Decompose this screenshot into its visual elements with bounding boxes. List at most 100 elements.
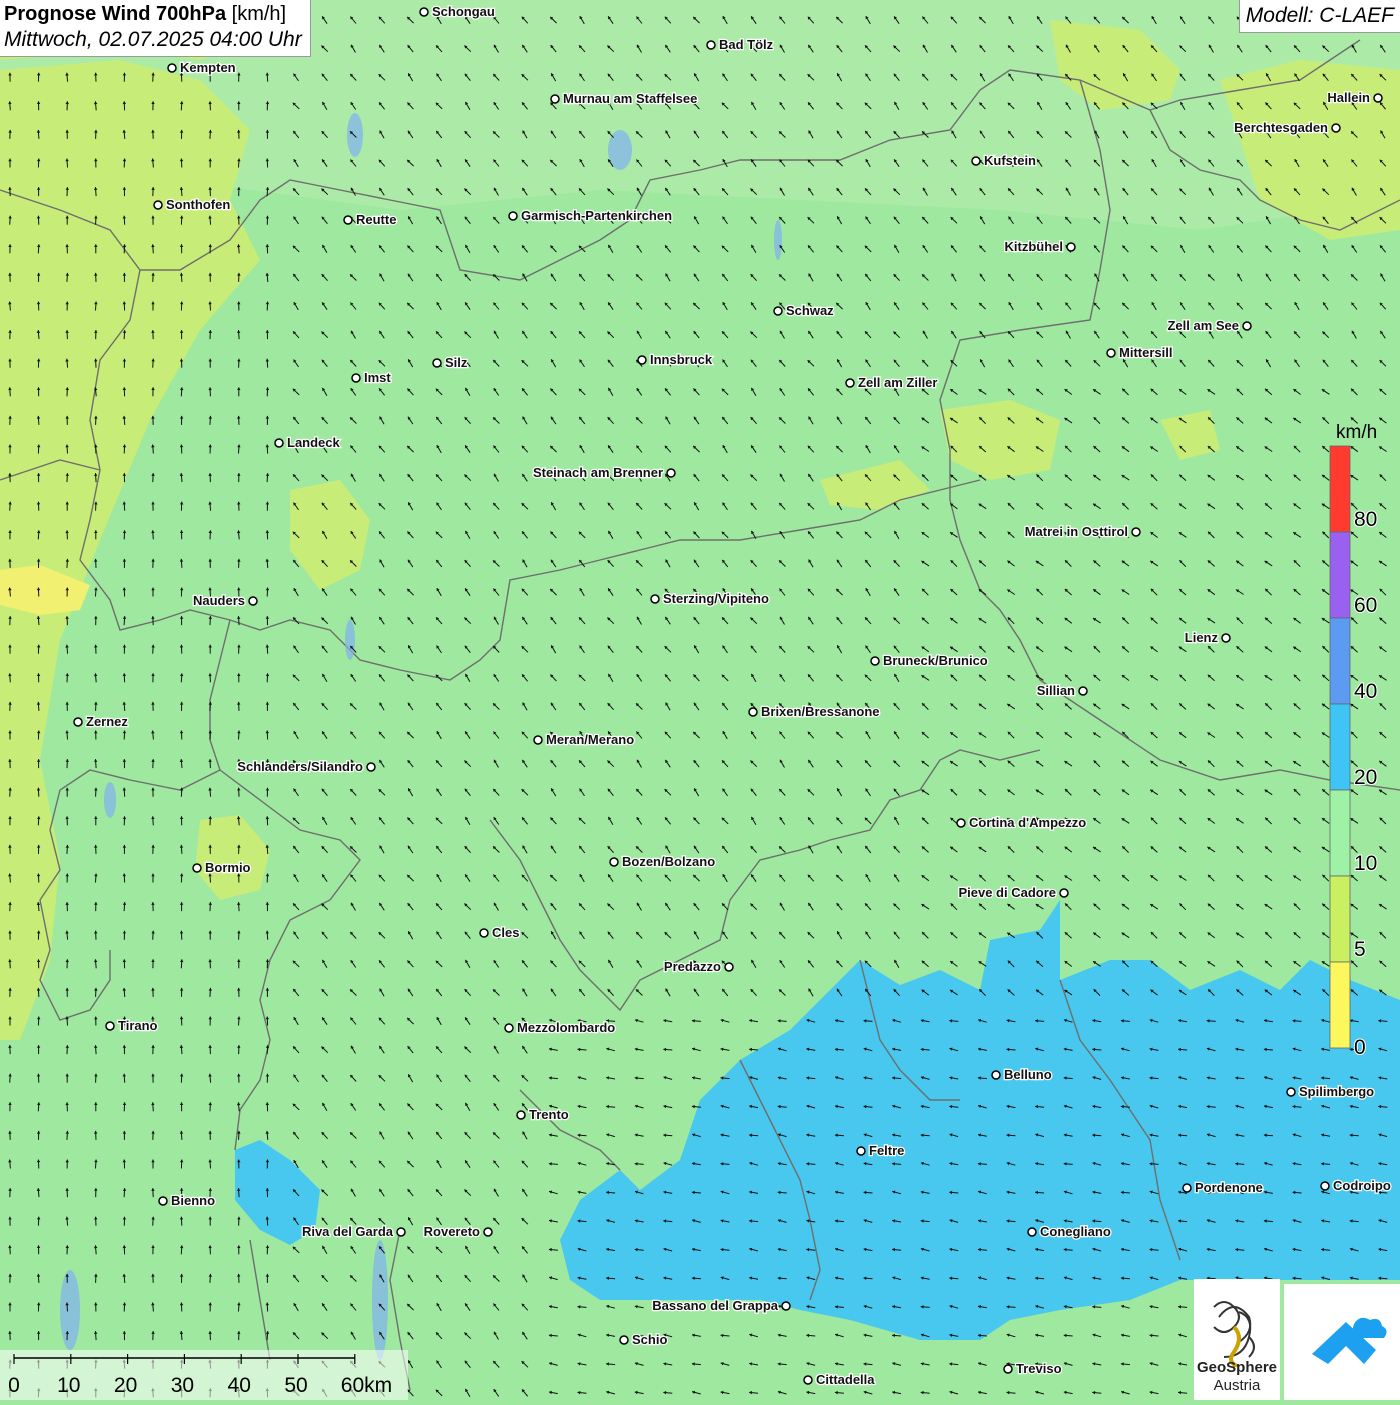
- city-marker: [707, 41, 715, 49]
- model-label: Modell: C-LAEF: [1239, 0, 1400, 33]
- city-marker: [1321, 1182, 1329, 1190]
- city-label: Lienz: [1185, 630, 1219, 645]
- city-label: Pieve di Cadore: [958, 885, 1056, 900]
- city-label: Treviso: [1016, 1361, 1062, 1376]
- city-marker: [638, 356, 646, 364]
- scale-label: 50: [284, 1374, 307, 1397]
- city-marker: [846, 379, 854, 387]
- city-marker: [344, 216, 352, 224]
- city-marker: [397, 1228, 405, 1236]
- map-title-main: Prognose Wind 700hPa: [4, 3, 226, 25]
- city-label: Zernez: [86, 714, 128, 729]
- map-title: Prognose Wind 700hPa [km/h]: [4, 3, 302, 26]
- city-label: Reutte: [356, 212, 396, 227]
- city-marker: [972, 157, 980, 165]
- city-label: Sillian: [1037, 683, 1075, 698]
- city-marker: [992, 1071, 1000, 1079]
- city-marker: [505, 1024, 513, 1032]
- city-label: Meran/Merano: [546, 732, 634, 747]
- city-marker: [168, 64, 176, 72]
- city-label: Cles: [492, 925, 519, 940]
- city-label: Schio: [632, 1332, 667, 1347]
- city-marker: [74, 718, 82, 726]
- city-marker: [159, 1197, 167, 1205]
- city-label: Cortina d'Ampezzo: [969, 815, 1086, 830]
- legend-swatch: [1330, 962, 1350, 1048]
- city-marker: [1222, 634, 1230, 642]
- city-label: Imst: [364, 370, 391, 385]
- city-label: Brixen/Bressanone: [761, 704, 880, 719]
- city-marker: [667, 469, 675, 477]
- city-label: Zell am See: [1167, 318, 1239, 333]
- city-label: Steinach am Brenner: [533, 465, 663, 480]
- legend-swatch: [1330, 790, 1350, 876]
- city-label: Pordenone: [1195, 1180, 1263, 1195]
- city-marker: [749, 708, 757, 716]
- wind-map: SchongauBad TölzKemptenMurnau am Staffel…: [0, 0, 1400, 1400]
- city-label: Tirano: [118, 1018, 158, 1033]
- legend-label: 10: [1354, 852, 1377, 875]
- city-label: Zell am Ziller: [858, 375, 937, 390]
- legend-swatch: [1330, 876, 1350, 962]
- city-label: Bienno: [171, 1193, 215, 1208]
- city-marker: [551, 95, 559, 103]
- scale-label: 60km: [341, 1374, 392, 1397]
- city-label: Conegliano: [1040, 1224, 1111, 1239]
- city-label: Predazzo: [664, 959, 721, 974]
- scale-label: 10: [57, 1374, 80, 1397]
- city-label: Rovereto: [424, 1224, 480, 1239]
- city-marker: [433, 359, 441, 367]
- city-label: Cittadella: [816, 1372, 875, 1387]
- city-marker: [651, 595, 659, 603]
- city-marker: [610, 858, 618, 866]
- scale-bar-graphic: 0102030405060km: [0, 1350, 408, 1400]
- city-marker: [420, 8, 428, 16]
- city-marker: [1028, 1228, 1036, 1236]
- city-marker: [871, 657, 879, 665]
- city-marker: [1067, 243, 1075, 251]
- city-marker: [106, 1022, 114, 1030]
- legend-label: 60: [1354, 594, 1377, 617]
- city-label: Mittersill: [1119, 345, 1172, 360]
- map-title-unit: [km/h]: [232, 3, 286, 25]
- city-label: Garmisch-Partenkirchen: [521, 208, 672, 223]
- city-label: Nauders: [193, 593, 245, 608]
- city-marker: [249, 597, 257, 605]
- city-label: Sterzing/Vipiteno: [663, 591, 769, 606]
- city-label: Trento: [529, 1107, 569, 1122]
- forecast-date: Mittwoch, 02.07.2025 04:00 Uhr: [4, 28, 302, 52]
- city-label: Sonthofen: [166, 197, 230, 212]
- city-marker: [804, 1376, 812, 1384]
- city-label: Schlanders/Silandro: [237, 759, 363, 774]
- legend-swatch: [1330, 618, 1350, 704]
- city-marker: [154, 201, 162, 209]
- scale-label: 30: [171, 1374, 194, 1397]
- city-marker: [1332, 124, 1340, 132]
- city-label: Belluno: [1004, 1067, 1052, 1082]
- city-marker: [484, 1228, 492, 1236]
- wetter-app-logo: [1284, 1284, 1400, 1400]
- legend-bar: 806040201050: [1326, 420, 1386, 1060]
- city-label: Silz: [445, 355, 468, 370]
- city-label: Feltre: [869, 1143, 904, 1158]
- city-marker: [1287, 1088, 1295, 1096]
- legend-swatch: [1330, 446, 1350, 532]
- city-marker: [782, 1302, 790, 1310]
- city-label: Schongau: [432, 4, 495, 19]
- city-label: Kufstein: [984, 153, 1036, 168]
- city-marker: [367, 763, 375, 771]
- city-marker: [193, 864, 201, 872]
- geosphere-emblem-icon: [1194, 1287, 1280, 1367]
- city-label: Schwaz: [786, 303, 834, 318]
- legend-label: 80: [1354, 508, 1377, 531]
- legend-swatch: [1330, 532, 1350, 618]
- city-marker: [509, 212, 517, 220]
- city-label: Berchtesgaden: [1234, 120, 1328, 135]
- city-marker: [517, 1111, 525, 1119]
- city-label: Riva del Garda: [302, 1224, 394, 1239]
- city-marker: [1132, 528, 1140, 536]
- city-label: Bassano del Grappa: [652, 1298, 778, 1313]
- city-marker: [1079, 687, 1087, 695]
- legend-label: 0: [1354, 1036, 1366, 1059]
- legend-label: 20: [1354, 766, 1377, 789]
